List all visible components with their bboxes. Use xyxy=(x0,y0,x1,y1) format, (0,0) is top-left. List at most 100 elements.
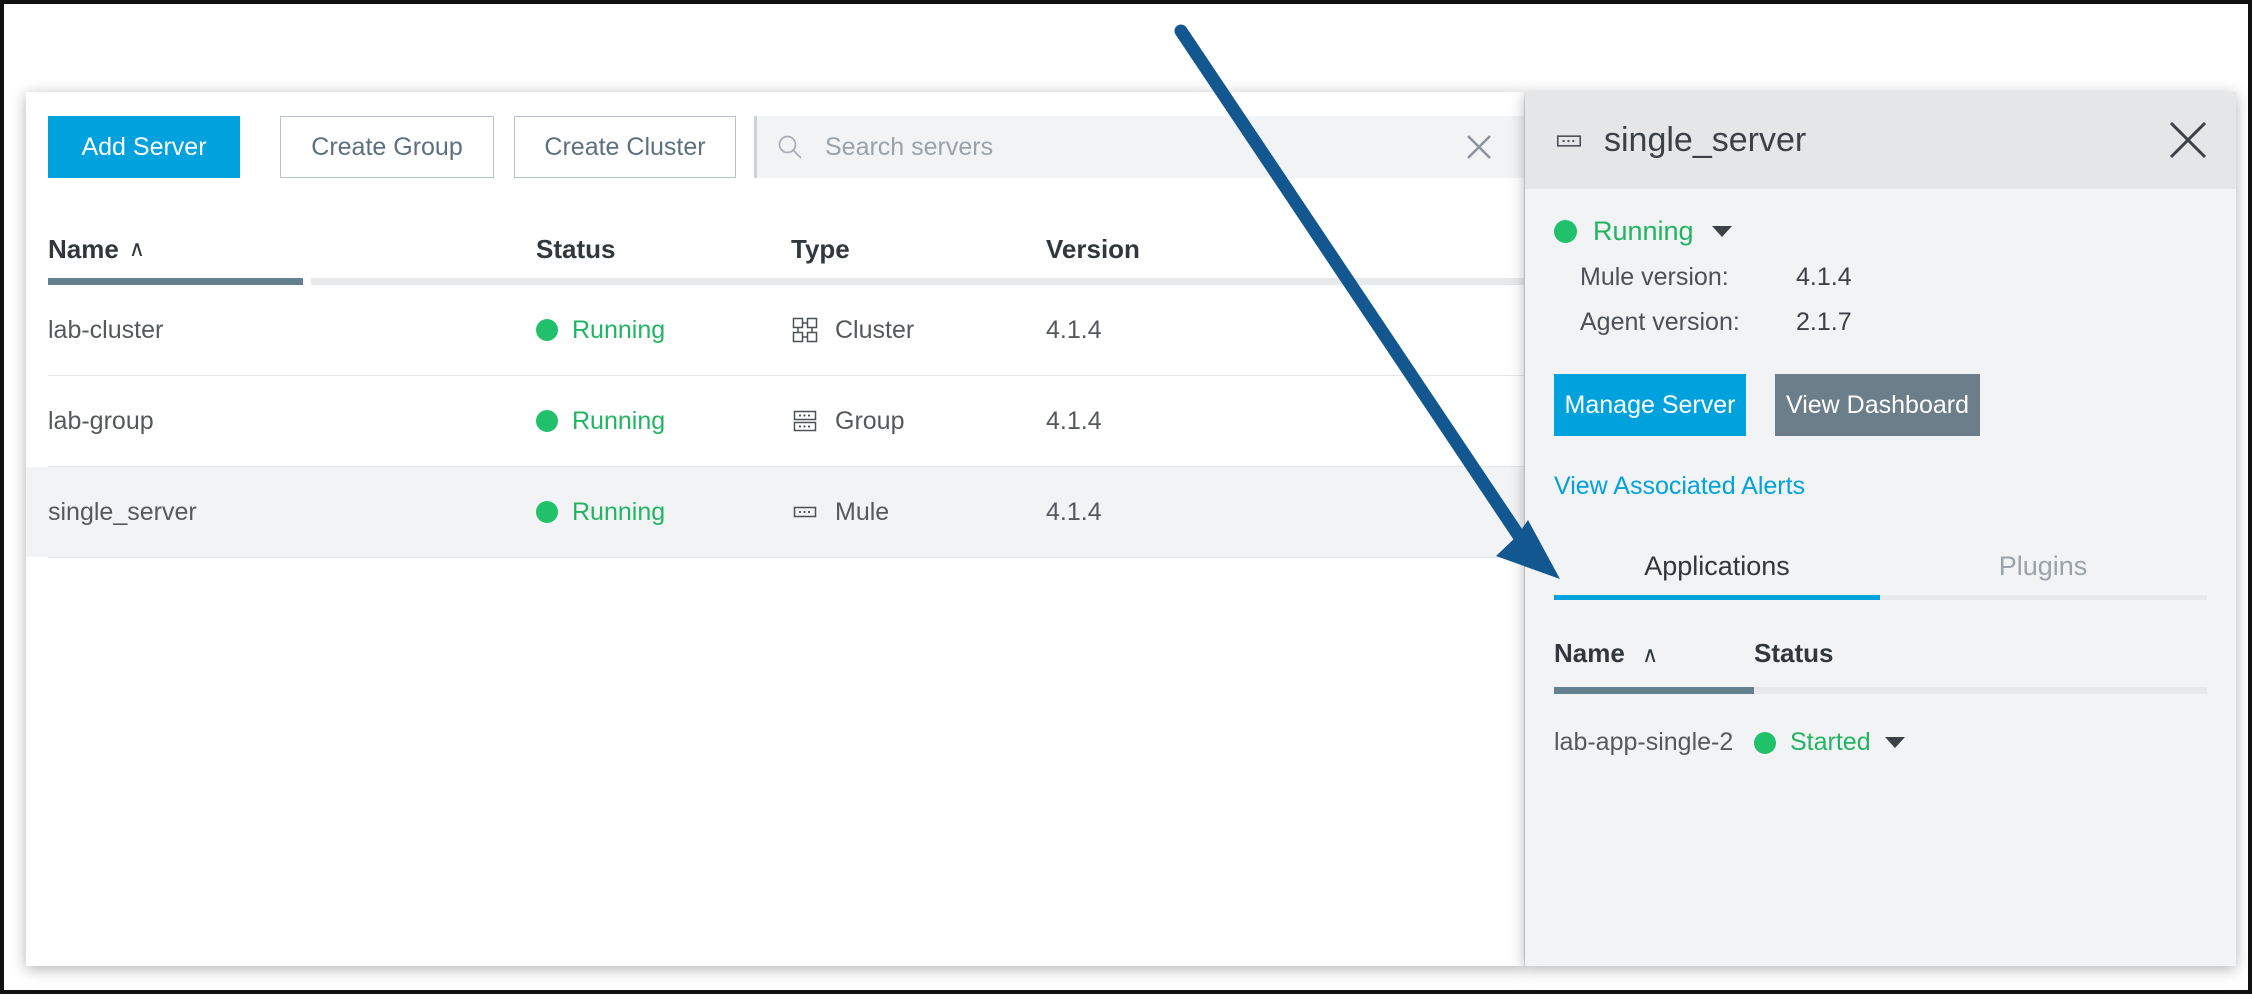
cell-type: Mule xyxy=(791,467,1046,557)
servers-table: Name ∧ Status Type Version lab-clu xyxy=(26,202,1524,558)
view-dashboard-label: View Dashboard xyxy=(1786,391,1969,420)
column-header-name-label: Name xyxy=(48,234,119,265)
cell-status: Running xyxy=(536,467,791,557)
sort-bar-rest xyxy=(311,278,1524,285)
column-header-version[interactable]: Version xyxy=(1046,202,1346,278)
tab-indicator-rest xyxy=(1880,595,2207,600)
cluster-icon xyxy=(791,316,819,344)
tab-applications[interactable]: Applications xyxy=(1554,551,1880,600)
tab-plugins-label: Plugins xyxy=(1999,551,2088,581)
search-bar[interactable] xyxy=(754,116,1524,178)
cell-name: lab-cluster xyxy=(26,285,536,375)
cell-version: 4.1.4 xyxy=(1046,376,1346,466)
cell-status: Running xyxy=(536,285,791,375)
view-dashboard-button[interactable]: View Dashboard xyxy=(1775,374,1980,436)
panel-header: single_server xyxy=(1525,92,2236,189)
chevron-down-icon[interactable] xyxy=(1885,737,1905,748)
sort-asc-icon: ∧ xyxy=(1642,642,1658,667)
property-mule-version: Mule version: 4.1.4 xyxy=(1580,263,2236,292)
manage-server-label: Manage Server xyxy=(1565,391,1736,420)
column-header-status[interactable]: Status xyxy=(536,202,791,278)
list-item[interactable]: lab-app-single-2 Started xyxy=(1554,728,2236,757)
panel-status-row: Running xyxy=(1554,216,2236,247)
app-sort-indicator-bar xyxy=(1554,687,2207,694)
status-label: Running xyxy=(572,498,665,527)
cell-status: Running xyxy=(536,376,791,466)
cell-type: Group xyxy=(791,376,1046,466)
column-header-type-label: Type xyxy=(791,234,850,265)
view-associated-alerts-link[interactable]: View Associated Alerts xyxy=(1554,472,1805,501)
chevron-down-icon[interactable] xyxy=(1712,226,1732,237)
type-label: Cluster xyxy=(835,316,914,345)
row-divider xyxy=(48,557,1524,558)
panel-tabs: Applications Plugins xyxy=(1554,551,2207,600)
app-sort-bar-rest xyxy=(1754,687,2207,694)
table-row[interactable]: lab-group Running xyxy=(26,376,1524,466)
property-key: Mule version: xyxy=(1580,263,1796,292)
property-agent-version: Agent version: 2.1.7 xyxy=(1580,308,2236,337)
table-row[interactable]: lab-cluster Running xyxy=(26,285,1524,375)
type-label: Group xyxy=(835,407,904,436)
cell-name: lab-group xyxy=(26,376,536,466)
status-dot-icon xyxy=(536,410,558,432)
close-icon[interactable] xyxy=(2166,118,2210,162)
app-sort-bar-active xyxy=(1554,687,1754,694)
table-row[interactable]: single_server Running Mule xyxy=(26,467,1524,557)
tab-plugins[interactable]: Plugins xyxy=(1880,551,2206,600)
status-dot-icon xyxy=(536,501,558,523)
search-input[interactable] xyxy=(825,133,1456,162)
mule-icon xyxy=(1554,126,1584,156)
property-key: Agent version: xyxy=(1580,308,1796,337)
app-column-header-status[interactable]: Status xyxy=(1754,638,1833,669)
sort-bar-active xyxy=(48,278,303,285)
applications-header-row: Name ∧ Status xyxy=(1554,638,2236,669)
column-header-type[interactable]: Type xyxy=(791,202,1046,278)
property-value: 4.1.4 xyxy=(1796,263,1852,292)
app-column-header-status-label: Status xyxy=(1754,638,1833,668)
app-column-header-name[interactable]: Name ∧ xyxy=(1554,638,1754,669)
app-name: lab-app-single-2 xyxy=(1554,728,1754,757)
column-header-version-label: Version xyxy=(1046,234,1140,265)
create-group-label: Create Group xyxy=(311,133,462,162)
property-value: 2.1.7 xyxy=(1796,308,1852,337)
create-group-button[interactable]: Create Group xyxy=(280,116,494,178)
add-server-label: Add Server xyxy=(81,133,206,162)
cell-version: 4.1.4 xyxy=(1046,467,1346,557)
applications-table: Name ∧ Status lab-app-single-2 Started xyxy=(1525,638,2236,757)
cell-type: Cluster xyxy=(791,285,1046,375)
table-header-row: Name ∧ Status Type Version xyxy=(26,202,1524,278)
panel-status-label: Running xyxy=(1593,216,1694,247)
tab-applications-label: Applications xyxy=(1644,551,1790,581)
column-header-status-label: Status xyxy=(536,234,615,265)
cell-name: single_server xyxy=(26,467,536,557)
clear-search-icon[interactable] xyxy=(1456,124,1502,170)
column-header-name[interactable]: Name ∧ xyxy=(26,202,536,278)
panel-action-buttons: Manage Server View Dashboard xyxy=(1554,374,2236,436)
manage-server-button[interactable]: Manage Server xyxy=(1554,374,1746,436)
status-label: Running xyxy=(572,407,665,436)
sort-asc-icon: ∧ xyxy=(129,236,145,262)
status-dot-icon xyxy=(1754,732,1776,754)
group-icon xyxy=(791,407,819,435)
mule-icon xyxy=(791,498,819,526)
tab-indicator-bar xyxy=(1554,595,2207,600)
status-dot-icon xyxy=(1554,220,1577,243)
type-label: Mule xyxy=(835,498,889,527)
status-dot-icon xyxy=(536,319,558,341)
panel-body: Running Mule version: 4.1.4 Agent versio… xyxy=(1525,189,2236,757)
server-detail-panel: single_server Running Mule version: 4.1.… xyxy=(1525,92,2236,966)
panel-title: single_server xyxy=(1604,121,1806,160)
screenshot-frame: Add Server Create Group Create Cluster xyxy=(0,0,2252,994)
app-status: Started xyxy=(1754,728,1905,757)
tab-indicator-active xyxy=(1554,595,1880,600)
cell-version: 4.1.4 xyxy=(1046,285,1346,375)
status-label: Running xyxy=(572,316,665,345)
column-sort-indicator-bar xyxy=(26,278,1524,285)
toolbar: Add Server Create Group Create Cluster xyxy=(26,92,1524,202)
search-icon xyxy=(777,134,803,160)
app-column-header-name-label: Name xyxy=(1554,638,1625,668)
create-cluster-button[interactable]: Create Cluster xyxy=(514,116,736,178)
app-status-label: Started xyxy=(1790,728,1871,757)
servers-card: Add Server Create Group Create Cluster xyxy=(26,92,1524,966)
add-server-button[interactable]: Add Server xyxy=(48,116,240,178)
